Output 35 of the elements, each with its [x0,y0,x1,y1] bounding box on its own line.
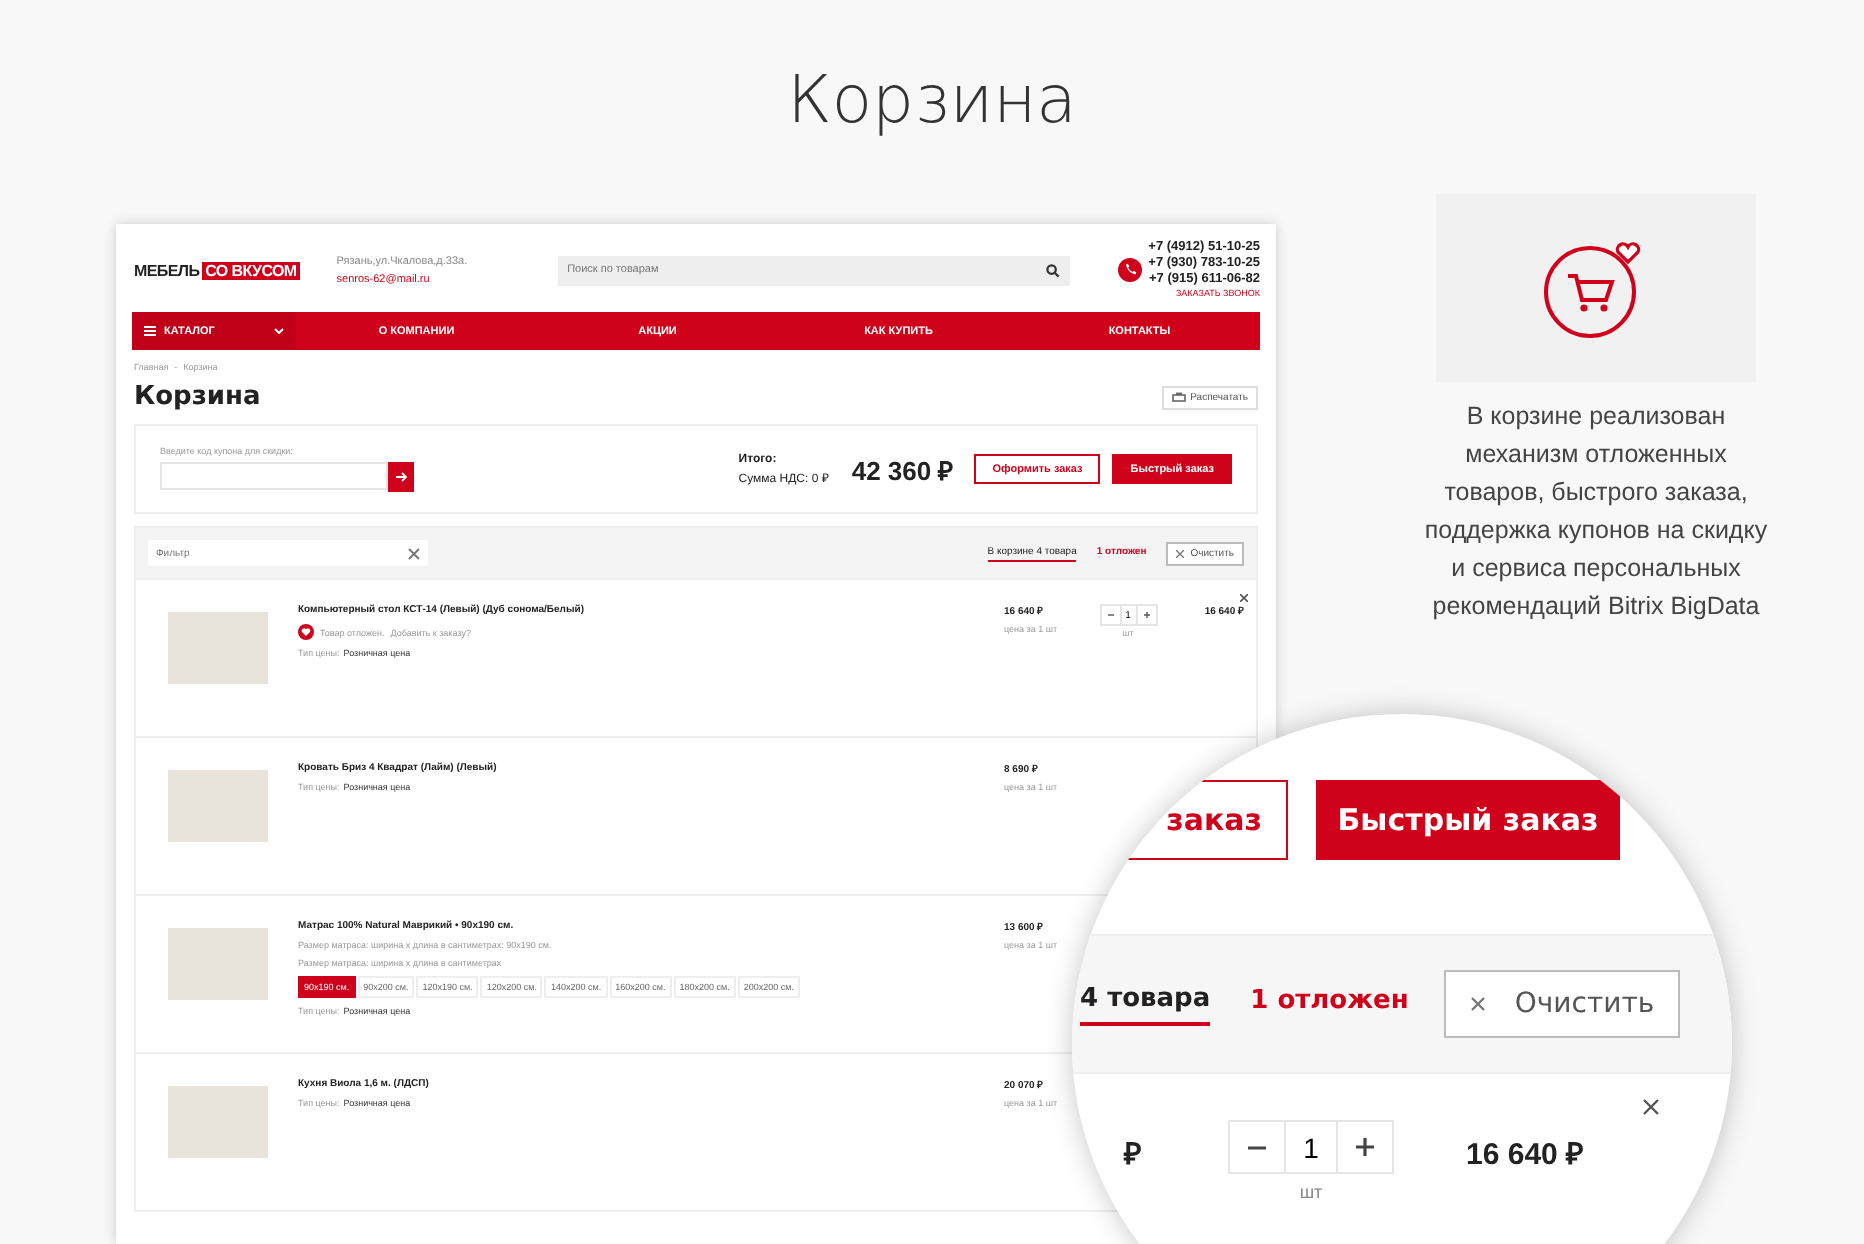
clear-button[interactable]: Очистить [1444,970,1681,1038]
product-photo [168,612,268,684]
total-amount: 42 360 ₽ [851,453,955,487]
feature-description: В корзине реализован механизм отложенных товаров, быстрого заказа, поддержка купонов на скидку и сервиса персональных рекомендаций Bitrix BigData [1422,400,1770,624]
quantity-stepper[interactable]: 1 [1228,1120,1394,1174]
minus-icon [1248,1145,1266,1149]
product-photo [168,1086,268,1158]
printer-icon [1172,391,1187,403]
caret-icon [274,328,284,334]
apply-coupon-button[interactable] [388,462,414,492]
quantity-field[interactable]: 1 [1284,1122,1338,1172]
phone-icon [1118,258,1143,282]
cart-tab[interactable]: 4 товара [1080,983,1211,1025]
search-icon[interactable] [1045,263,1060,277]
quantity-unit: шт [1299,1182,1323,1202]
unit-price: ₽ [1124,1136,1144,1172]
menu-icon [144,326,156,336]
plus-icon [1356,1138,1374,1156]
close-icon [1176,549,1185,557]
heart-icon [298,624,314,640]
cart-title: Корзина [134,382,261,412]
quick-order-button[interactable]: Быстрый заказ [1316,780,1620,860]
plus-icon [1143,612,1149,618]
arrow-icon [395,472,407,482]
row-total: 16 640 ₽ [1466,1136,1585,1172]
coupon-field[interactable] [160,462,388,490]
page-heading: Корзина [785,58,1079,140]
product-photo [168,928,268,1000]
cart-tab[interactable]: 1 отложен [1250,985,1409,1023]
clear-filter-icon[interactable] [408,547,420,559]
minus-icon [1107,614,1113,616]
close-icon [1470,996,1487,1012]
remove-icon[interactable] [1642,1098,1660,1116]
remove-icon[interactable] [1240,594,1248,602]
product-photo [168,770,268,842]
